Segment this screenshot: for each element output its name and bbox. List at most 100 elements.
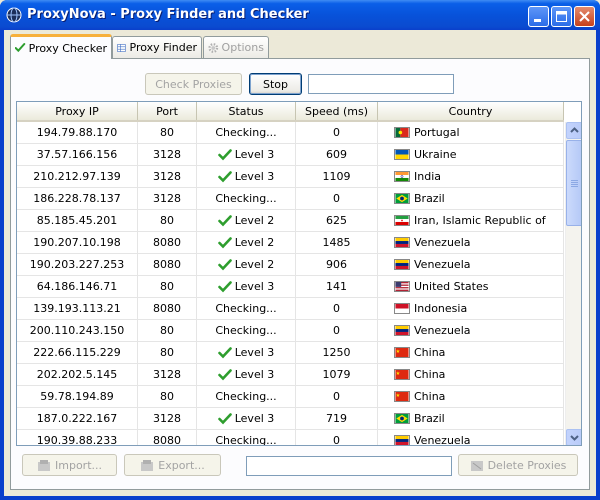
proxy-table[interactable]: Proxy IP Port Status Speed (ms) Country … [16,101,582,446]
cell-proxy-ip: 139.193.113.21 [17,298,138,319]
status-text: Checking... [215,390,277,403]
minimize-button[interactable] [528,6,549,27]
status-text: Checking... [215,434,277,446]
tab-proxy-checker[interactable]: Proxy Checker [10,34,112,59]
cell-status: Checking... [197,320,296,341]
cell-port: 3128 [138,408,197,429]
table-row[interactable]: 190.207.10.198 8080 Level 2 1485 Venezuela [17,232,564,254]
tab-proxy-finder[interactable]: Proxy Finder [112,36,202,58]
cell-proxy-ip: 194.79.88.170 [17,122,138,143]
check-icon [217,258,232,270]
table-row[interactable]: 187.0.222.167 3128 Level 3 719 Brazil [17,408,564,430]
cell-country: Venezuela [378,232,564,253]
chevron-up-icon [570,127,579,133]
table-row[interactable]: 64.186.146.71 80 Level 3 141 United States [17,276,564,298]
status-text: Level 2 [234,214,275,227]
cell-port: 3128 [138,166,197,187]
cell-speed: 0 [296,298,378,319]
tab-options[interactable]: Options [203,36,269,58]
country-name: Portugal [414,126,460,139]
scroll-down-button[interactable] [566,429,581,445]
cell-proxy-ip: 210.212.97.139 [17,166,138,187]
table-row[interactable]: 139.193.113.21 8080 Checking... 0 Indonesia [17,298,564,320]
header-port[interactable]: Port [138,102,197,120]
cell-country: Venezuela [378,254,564,275]
cell-speed: 625 [296,210,378,231]
table-row[interactable]: 59.78.194.89 80 Checking... 0 China [17,386,564,408]
grid-icon [117,43,126,52]
check-proxies-button[interactable]: Check Proxies [145,73,242,95]
cell-speed: 0 [296,386,378,407]
table-row[interactable]: 202.202.5.145 3128 Level 3 1079 China [17,364,564,386]
check-icon [217,346,232,358]
cell-country: Iran, Islamic Republic of [378,210,564,231]
cell-country: China [378,342,564,363]
cell-speed: 141 [296,276,378,297]
status-text: Level 3 [234,346,275,359]
maximize-button[interactable] [551,6,572,27]
table-row[interactable]: 194.79.88.170 80 Checking... 0 Portugal [17,122,564,144]
cell-port: 8080 [138,254,197,275]
scroll-thumb[interactable] [566,140,581,226]
table-row[interactable]: 190.203.227.253 8080 Level 2 906 Venezuela [17,254,564,276]
cell-speed: 0 [296,188,378,209]
delete-proxies-button[interactable]: Delete Proxies [458,454,578,476]
cell-proxy-ip: 190.39.88.233 [17,430,138,445]
cell-proxy-ip: 85.185.45.201 [17,210,138,231]
table-row[interactable]: 186.228.78.137 3128 Checking... 0 Brazil [17,188,564,210]
cell-speed: 906 [296,254,378,275]
import-icon [38,459,50,471]
progress-field[interactable] [308,74,454,94]
check-icon [217,368,232,380]
scroll-up-button[interactable] [566,122,581,139]
import-button[interactable]: Import... [22,454,117,476]
export-button[interactable]: Export... [124,454,221,476]
header-proxy-ip[interactable]: Proxy IP [17,102,138,120]
flag-ve-icon [394,325,410,336]
status-text: Checking... [215,126,277,139]
cell-port: 80 [138,342,197,363]
close-icon [579,11,590,22]
title-bar[interactable]: ProxyNova - Proxy Finder and Checker [0,0,600,30]
check-icon [217,214,232,226]
cell-speed: 719 [296,408,378,429]
check-icon [217,170,232,182]
cell-proxy-ip: 64.186.146.71 [17,276,138,297]
minimize-icon [534,19,541,22]
gear-icon [208,42,219,53]
check-icon [15,43,26,53]
header-speed[interactable]: Speed (ms) [296,102,378,120]
cell-country: Venezuela [378,320,564,341]
cell-proxy-ip: 59.78.194.89 [17,386,138,407]
vertical-scrollbar[interactable] [565,122,581,445]
cell-status: Level 3 [197,364,296,385]
filter-field[interactable] [246,456,452,476]
cell-status: Level 2 [197,210,296,231]
stop-button[interactable]: Stop [249,73,302,95]
country-name: India [414,170,441,183]
status-text: Checking... [215,302,277,315]
flag-br-icon [394,193,410,204]
cell-country: Portugal [378,122,564,143]
check-icon [217,236,232,248]
import-label: Import... [55,458,102,472]
cell-country: United States [378,276,564,297]
country-name: Venezuela [414,258,471,271]
header-country[interactable]: Country [378,102,564,120]
country-name: China [414,368,446,381]
table-row[interactable]: 200.110.243.150 80 Checking... 0 Venezuela [17,320,564,342]
table-row[interactable]: 37.57.166.156 3128 Level 3 609 Ukraine [17,144,564,166]
header-status[interactable]: Status [197,102,296,120]
cell-port: 8080 [138,232,197,253]
country-name: Venezuela [414,324,471,337]
table-row[interactable]: 210.212.97.139 3128 Level 3 1109 India [17,166,564,188]
close-button[interactable] [574,6,595,27]
cell-status: Checking... [197,188,296,209]
table-row[interactable]: 222.66.115.229 80 Level 3 1250 China [17,342,564,364]
cell-status: Checking... [197,386,296,407]
status-text: Level 3 [234,412,275,425]
table-row[interactable]: 85.185.45.201 80 Level 2 625 Iran, Islamic R… [17,210,564,232]
cell-port: 80 [138,386,197,407]
table-row[interactable]: 190.39.88.233 8080 Checking... 0 Venezuela [17,430,564,446]
cell-speed: 1109 [296,166,378,187]
